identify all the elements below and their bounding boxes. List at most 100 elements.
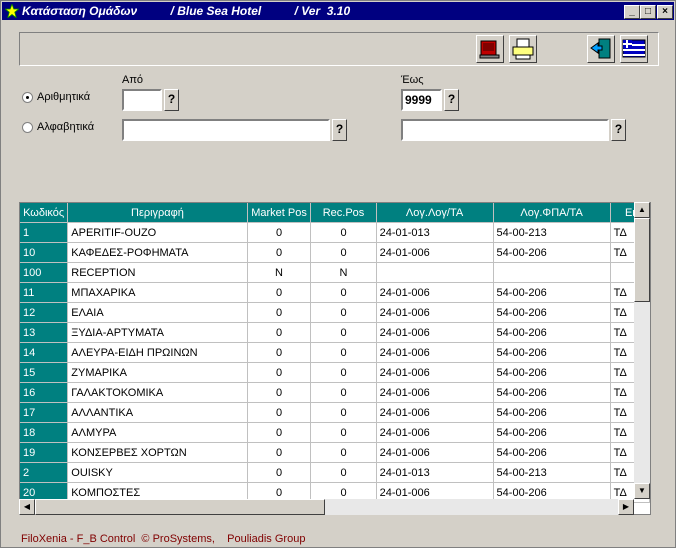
table-row[interactable]: 14 ΑΛΕΥΡΑ-ΕΙΔΗ ΠΡΩΙΝΩΝ 0 0 24-01-006 54-00-20… <box>20 342 650 363</box>
alpha-to-lookup-button[interactable]: ? <box>611 119 626 141</box>
table-cell: 24-01-013 <box>376 462 494 483</box>
maximize-button[interactable]: □ <box>640 5 656 19</box>
table-cell: 24-01-006 <box>376 402 494 423</box>
table-cell: 14 <box>20 342 69 363</box>
column-header[interactable]: Περιγραφή <box>67 203 248 223</box>
table-cell: 54-00-206 <box>493 342 611 363</box>
greek-flag-icon <box>622 39 646 58</box>
table-row[interactable]: 11 ΜΠΑΧΑΡΙΚΑ 0 0 24-01-006 54-00-206 ΤΔ <box>20 282 650 303</box>
table-row[interactable]: 18 ΑΛΜΥΡΑ 0 0 24-01-006 54-00-206 ΤΔ <box>20 422 650 443</box>
numeric-from-field[interactable] <box>122 89 162 111</box>
alpha-to-field[interactable] <box>401 119 609 141</box>
table-cell: ΖΥΜΑΡΙΚΑ <box>67 362 248 383</box>
groups-table: Κωδικός Περιγραφή Market Pos Rec.Pos Λογ.Λογ… <box>20 203 650 503</box>
table-cell: RECEPTION <box>67 262 248 283</box>
table-cell: 24-01-013 <box>376 222 494 243</box>
table-cell: ΑΛΕΥΡΑ-ΕΙΔΗ ΠΡΩΙΝΩΝ <box>67 342 248 363</box>
table-cell: 100 <box>20 262 69 283</box>
table-cell: 24-01-006 <box>376 442 494 463</box>
column-header[interactable]: Market Pos <box>247 203 312 223</box>
alpha-radio[interactable] <box>22 122 33 133</box>
vertical-scrollbar[interactable]: ▲ ▼ <box>634 202 650 499</box>
table-cell: 0 <box>247 322 312 343</box>
scroll-up-button[interactable]: ▲ <box>634 202 650 218</box>
table-cell: 54-00-206 <box>493 442 611 463</box>
column-header[interactable]: Rec.Pos <box>310 203 377 223</box>
table-cell <box>376 262 494 283</box>
table-row[interactable]: 12 ΕΛΑΙΑ 0 0 24-01-006 54-00-206 ΤΔ <box>20 302 650 323</box>
vertical-scroll-thumb[interactable] <box>634 218 650 302</box>
minimize-button[interactable]: _ <box>624 5 640 19</box>
language-button[interactable] <box>620 35 648 63</box>
table-cell: 1 <box>20 222 69 243</box>
star-icon <box>5 4 19 18</box>
numeric-from-lookup-button[interactable]: ? <box>164 89 179 111</box>
groups-grid[interactable]: Κωδικός Περιγραφή Market Pos Rec.Pos Λογ.Λογ… <box>19 202 651 515</box>
main-window: Κατάσταση Ομάδων / Blue Sea Hotel / Ver … <box>0 0 676 548</box>
table-cell: 24-01-006 <box>376 242 494 263</box>
table-cell: 0 <box>247 242 312 263</box>
table-cell: 11 <box>20 282 69 303</box>
table-row[interactable]: 17 ΑΛΛΑΝΤΙΚΑ 0 0 24-01-006 54-00-206 ΤΔ <box>20 402 650 423</box>
numeric-to-field[interactable]: 9999 <box>401 89 442 111</box>
numeric-to-lookup-button[interactable]: ? <box>444 89 459 111</box>
table-row[interactable]: 1 APERITIF-OUZO 0 0 24-01-013 54-00-213 ΤΔ <box>20 222 650 243</box>
table-cell: 0 <box>247 462 312 483</box>
table-cell: 0 <box>247 362 312 383</box>
scroll-down-button[interactable]: ▼ <box>634 483 650 499</box>
table-cell: 10 <box>20 242 69 263</box>
column-header[interactable]: Λογ.Λογ/ΤΑ <box>376 203 494 223</box>
close-button[interactable]: × <box>657 5 673 19</box>
exit-button[interactable] <box>587 35 615 63</box>
horizontal-scroll-thumb[interactable] <box>35 499 325 515</box>
table-cell: 0 <box>310 242 377 263</box>
print-preview-button[interactable] <box>476 35 504 63</box>
table-cell: 0 <box>247 382 312 403</box>
table-cell: 16 <box>20 382 69 403</box>
table-cell: 54-00-206 <box>493 382 611 403</box>
table-cell: N <box>247 262 312 283</box>
alpha-from-lookup-button[interactable]: ? <box>332 119 347 141</box>
from-label: Από <box>122 74 144 86</box>
table-cell: 54-00-206 <box>493 362 611 383</box>
table-row[interactable]: 15 ΖΥΜΑΡΙΚΑ 0 0 24-01-006 54-00-206 ΤΔ <box>20 362 650 383</box>
column-header[interactable]: Λογ.ΦΠΑ/ΤΑ <box>493 203 611 223</box>
table-cell: ΚΟΝΣΕΡΒΕΣ ΧΟΡΤΩΝ <box>67 442 248 463</box>
column-header[interactable]: Κωδικός <box>20 203 69 223</box>
table-row[interactable]: 10 ΚΑΦΕΔΕΣ-ΡΟΦΗΜΑΤΑ 0 0 24-01-006 54-00-206 ΤΔ <box>20 242 650 263</box>
table-cell: 0 <box>310 342 377 363</box>
table-row[interactable]: 2 OUISKY 0 0 24-01-013 54-00-213 ΤΔ <box>20 462 650 483</box>
table-cell: 0 <box>310 322 377 343</box>
table-cell: 54-00-213 <box>493 222 611 243</box>
table-row[interactable]: 100 RECEPTION N N <box>20 262 650 283</box>
table-cell: 0 <box>247 282 312 303</box>
print-preview-icon <box>479 40 500 59</box>
table-cell: 54-00-206 <box>493 282 611 303</box>
table-cell: 12 <box>20 302 69 323</box>
table-row[interactable]: 16 ΓΑΛΑΚΤΟΚΟΜΙΚΑ 0 0 24-01-006 54-00-206 ΤΔ <box>20 382 650 403</box>
alpha-from-field[interactable] <box>122 119 330 141</box>
table-cell <box>493 262 611 283</box>
table-cell: 54-00-206 <box>493 422 611 443</box>
footer-credits: FiloXenia - F_B Control © ProSystems, Po… <box>21 533 306 545</box>
table-cell: 24-01-006 <box>376 422 494 443</box>
table-cell: 24-01-006 <box>376 282 494 303</box>
table-cell: 0 <box>310 302 377 323</box>
scroll-right-button[interactable]: ▶ <box>618 499 634 515</box>
horizontal-scrollbar[interactable]: ◀ ▶ <box>19 499 634 515</box>
table-cell: 54-00-206 <box>493 302 611 323</box>
table-cell: 13 <box>20 322 69 343</box>
table-header-row: Κωδικός Περιγραφή Market Pos Rec.Pos Λογ.Λογ… <box>20 203 650 223</box>
table-cell: ΓΑΛΑΚΤΟΚΟΜΙΚΑ <box>67 382 248 403</box>
print-button[interactable] <box>509 35 537 63</box>
table-row[interactable]: 13 ΞΥΔΙΑ-ΑΡΤΥΜΑΤΑ 0 0 24-01-006 54-00-206 ΤΔ <box>20 322 650 343</box>
scroll-left-button[interactable]: ◀ <box>19 499 35 515</box>
window-title: Κατάσταση Ομάδων / Blue Sea Hotel / Ver … <box>22 4 351 18</box>
table-row[interactable]: 19 ΚΟΝΣΕΡΒΕΣ ΧΟΡΤΩΝ 0 0 24-01-006 54-00-206 ΤΔ <box>20 442 650 463</box>
table-cell: 18 <box>20 422 69 443</box>
numeric-radio[interactable] <box>22 92 33 103</box>
toolbar <box>19 32 659 66</box>
table-cell: OUISKY <box>67 462 248 483</box>
table-cell: ΚΑΦΕΔΕΣ-ΡΟΦΗΜΑΤΑ <box>67 242 248 263</box>
table-cell: 0 <box>310 282 377 303</box>
